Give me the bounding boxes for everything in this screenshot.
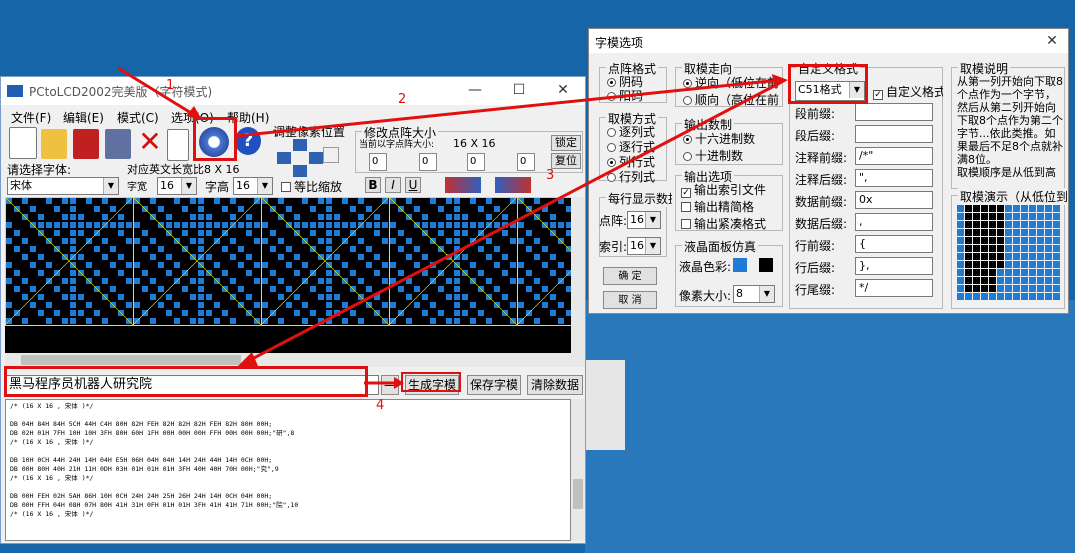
annotation-label-4: 4 (376, 398, 385, 413)
annotation-arrow-1 (117, 66, 197, 118)
highlight-gear (193, 117, 237, 161)
annotation-arrows (117, 66, 788, 389)
highlight-generate (401, 372, 461, 392)
highlight-custom-format (788, 64, 868, 104)
annotation-arrow-2 (235, 78, 781, 138)
highlight-input (4, 366, 368, 397)
annotation-label-3: 3 (546, 168, 555, 183)
annotation-arrowhead-3 (238, 352, 258, 366)
annotation-label-2: 2 (398, 92, 407, 107)
annotation-label-1: 1 (166, 78, 175, 93)
